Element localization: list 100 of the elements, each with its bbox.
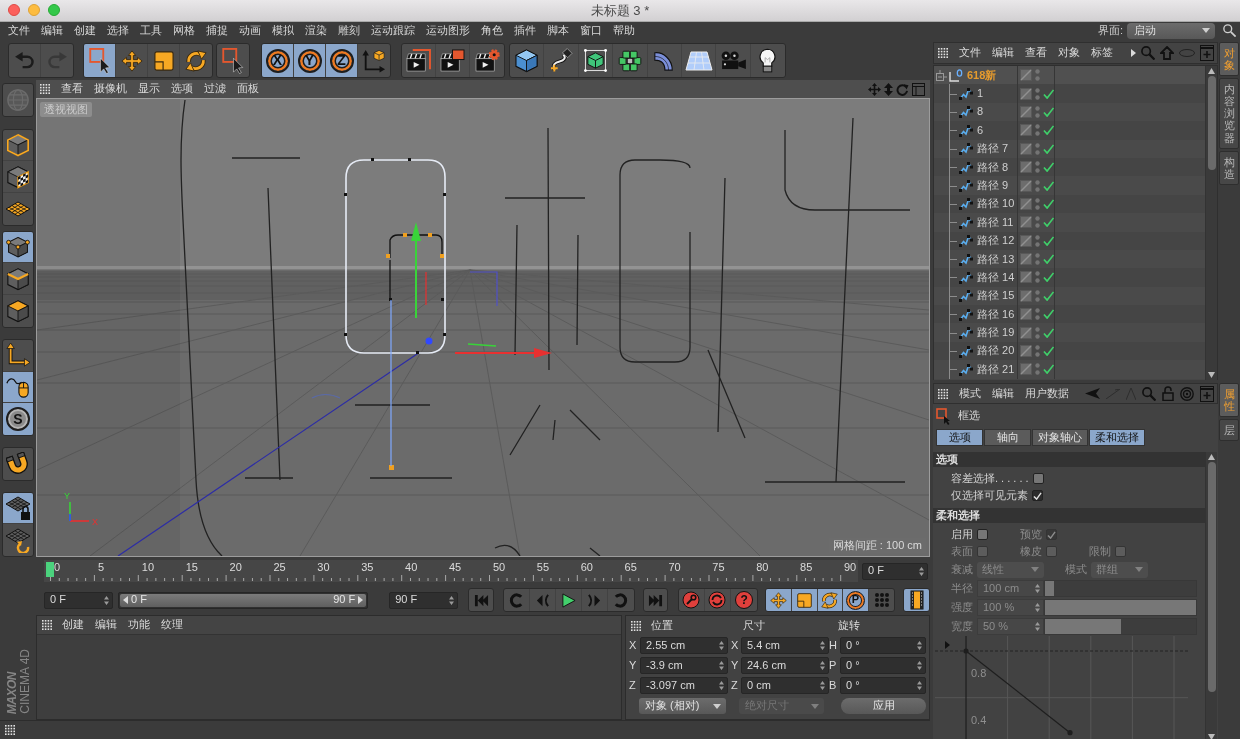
scrollbar-thumb[interactable] [1207, 76, 1216, 170]
menu-item[interactable]: 编辑 [89, 618, 122, 632]
value-field[interactable]: -3.097 cm [640, 677, 728, 694]
menu-item[interactable]: 纹理 [155, 618, 188, 632]
live-selection-button[interactable] [84, 44, 116, 77]
timeline-button[interactable] [904, 589, 930, 611]
object-name: 1 [977, 87, 984, 101]
menu-item[interactable]: 摄像机 [88, 82, 132, 96]
side-tab[interactable]: 层 [1219, 419, 1239, 442]
menu-item[interactable]: 创建 [56, 618, 89, 632]
menu-item[interactable]: 网格 [167, 23, 200, 38]
checkbox[interactable] [977, 529, 988, 540]
square-cursor-icon [88, 47, 111, 74]
section-title: 选项 [933, 452, 1205, 467]
menu-item[interactable]: 文件 [2, 23, 35, 38]
menu-item[interactable]: 面板 [231, 82, 264, 96]
frame-field[interactable]: 0 F [862, 562, 928, 580]
checkbox[interactable] [1032, 473, 1044, 484]
frame-number: 35 [361, 562, 374, 573]
two-dots-icon [1035, 363, 1040, 376]
close-button[interactable] [8, 4, 20, 16]
polyline-icon [959, 87, 973, 101]
menu-item[interactable]: 窗口 [574, 23, 607, 38]
slashed-square-icon [1020, 142, 1032, 155]
menu-item[interactable]: 编辑 [986, 46, 1019, 60]
object-row[interactable]: 路径 21 [934, 360, 1205, 379]
menu-item[interactable]: 编辑 [986, 386, 1019, 401]
tab[interactable]: 轴向 [984, 429, 1031, 446]
value-field[interactable]: 24.6 cm [741, 657, 829, 674]
scrollbar[interactable] [1205, 452, 1217, 739]
scrollbar[interactable] [1205, 66, 1217, 380]
tab[interactable]: 对象轴心 [1032, 429, 1088, 446]
key-parameter-button[interactable]: P [843, 589, 869, 611]
end-frame-field[interactable]: 90 F [389, 591, 459, 609]
snap-button[interactable]: S [3, 403, 33, 435]
value-field[interactable]: 0 ° [840, 677, 926, 694]
menu-item[interactable]: 用户数据 [1019, 386, 1074, 401]
mode-dropdown[interactable]: 对象 (相对) [639, 698, 726, 714]
key-position-button[interactable] [766, 589, 792, 611]
menu-item[interactable]: 功能 [122, 618, 155, 632]
menu-item[interactable]: 显示 [132, 82, 165, 96]
menu-item[interactable]: 帮助 [607, 23, 640, 38]
menu-item[interactable]: 运动跟踪 [365, 23, 420, 38]
object-row[interactable]: 路径 19 [934, 323, 1205, 342]
points-mode-button[interactable] [3, 231, 33, 264]
menu-item[interactable]: 查看 [1019, 46, 1052, 60]
object-row[interactable]: 路径 9 [934, 176, 1205, 195]
menu-item[interactable]: 创建 [68, 23, 101, 38]
value-field[interactable]: 2.55 cm [640, 637, 728, 654]
start-frame-field[interactable]: 0 F [44, 591, 113, 609]
value-field[interactable]: -3.9 cm [640, 657, 728, 674]
menu-item[interactable]: 对象 [1052, 46, 1085, 60]
side-tab[interactable]: 内容浏览器 [1219, 78, 1239, 149]
checkbox[interactable] [1032, 490, 1043, 501]
globe-icon [6, 87, 30, 112]
menu-item[interactable]: 捕捉 [200, 23, 233, 38]
two-dots-icon [1035, 124, 1040, 137]
menu-item[interactable]: 文件 [953, 46, 986, 60]
range-slider[interactable]: 0 F 90 F [118, 591, 369, 609]
key-scale-button[interactable] [791, 589, 818, 611]
tweak-mode-button[interactable] [3, 371, 33, 404]
menu-item[interactable]: 插件 [508, 23, 541, 38]
key-rotation-button[interactable] [817, 589, 844, 611]
timeline-ruler[interactable]: 0 5 10 15 20 25 30 35 40 45 50 55 60 65 70 75 80 85 90 [44, 560, 858, 582]
menu-item[interactable]: 渲染 [299, 23, 332, 38]
y-axis-button[interactable]: Y [294, 44, 326, 77]
value-field[interactable]: 0 ° [840, 637, 926, 654]
grip-icon [938, 48, 948, 58]
menu-item[interactable]: 选择 [101, 23, 134, 38]
caret-icon [1031, 567, 1039, 572]
menu-item[interactable]: 动画 [233, 23, 266, 38]
menu-item[interactable]: 运动图形 [420, 23, 475, 38]
z-axis-button[interactable]: Z [326, 44, 358, 77]
menu-item[interactable]: 选项 [165, 82, 198, 96]
menu-item[interactable]: 过滤 [198, 82, 231, 96]
menu-item[interactable]: 查看 [55, 82, 88, 96]
menu-item[interactable]: 脚本 [541, 23, 574, 38]
side-tab[interactable]: 构造 [1219, 150, 1239, 185]
triangle-right-icon [945, 641, 950, 649]
menu-item[interactable]: 模式 [953, 386, 986, 401]
scrollbar-thumb[interactable] [1207, 462, 1216, 692]
value-field[interactable]: 0 cm [741, 677, 829, 694]
menu-item[interactable]: 雕刻 [332, 23, 365, 38]
value-field[interactable]: 5.4 cm [741, 637, 829, 654]
object-row[interactable]: 路径 11 [934, 213, 1205, 232]
menu-item[interactable]: 模拟 [266, 23, 299, 38]
tab[interactable]: 柔和选择 [1089, 429, 1145, 446]
menu-item[interactable]: 编辑 [35, 23, 68, 38]
scroll-down-icon [1208, 372, 1215, 378]
lock-workplane-button[interactable] [3, 492, 33, 525]
tab[interactable]: 选项 [936, 429, 983, 446]
menu-item[interactable]: 标签 [1085, 46, 1118, 60]
apply-button[interactable]: 应用 [841, 698, 926, 714]
x-axis-button[interactable]: X [262, 44, 294, 77]
menu-item[interactable]: 角色 [475, 23, 508, 38]
object-row[interactable]: 618新 [934, 66, 1205, 85]
square-cursor-icon [936, 407, 951, 425]
layout-dropdown[interactable]: 启动 [1127, 22, 1215, 39]
value-field[interactable]: 0 ° [840, 657, 926, 674]
menu-item[interactable]: 工具 [134, 23, 167, 38]
